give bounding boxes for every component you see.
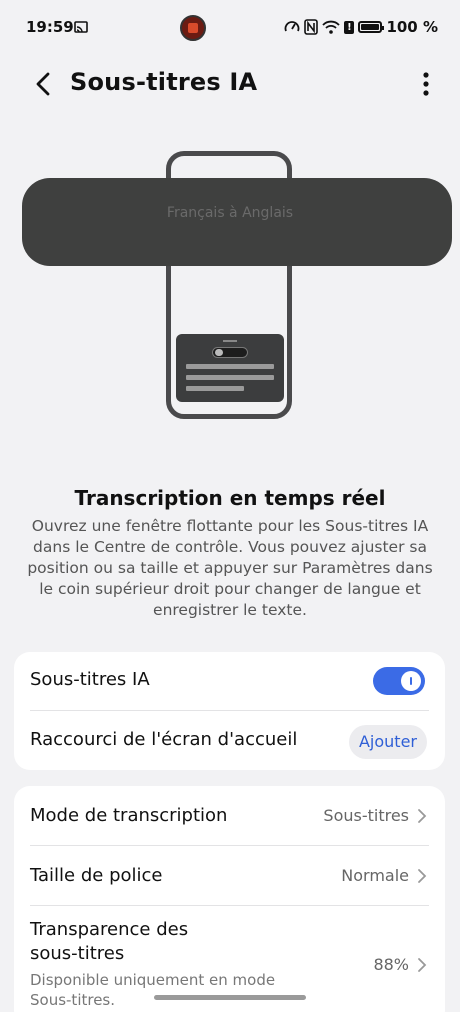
floating-caption-text: Français à Anglais	[166, 205, 294, 221]
transparency-value: 88%	[373, 955, 409, 974]
chevron-right-icon	[418, 869, 427, 883]
mini-line	[186, 364, 274, 369]
status-bar: 19:59 ! 100 %	[0, 0, 460, 56]
toggle-knob	[401, 671, 421, 691]
mini-control-panel	[176, 334, 284, 402]
transparency-label-line2: sous-titres	[30, 943, 125, 964]
cast-icon	[74, 21, 88, 33]
floating-caption-window	[22, 178, 452, 266]
ai-subtitles-toggle[interactable]	[373, 667, 425, 695]
transcription-mode-label: Mode de transcription	[30, 805, 228, 826]
speed-icon	[285, 21, 300, 32]
font-size-label: Taille de police	[30, 865, 163, 886]
settings-card-display: Mode de transcription Sous-titres Taille…	[14, 786, 445, 1012]
wifi-icon	[322, 20, 341, 34]
settings-card-main: Sous-titres IA Raccourci de l'écran d'ac…	[14, 652, 445, 770]
home-shortcut-label: Raccourci de l'écran d'accueil	[30, 729, 298, 750]
mini-line	[186, 375, 274, 380]
screen: 19:59 ! 100 % Sous-titres IA Français à …	[0, 0, 460, 1012]
app-header: Sous-titres IA	[0, 56, 460, 112]
battery-icon	[358, 21, 385, 33]
feature-description: Ouvrez une fenêtre flottante pour les So…	[27, 517, 433, 619]
home-indicator[interactable]	[154, 995, 306, 1000]
ai-subtitles-label: Sous-titres IA	[30, 669, 150, 690]
mini-toggle-icon	[212, 347, 248, 358]
transparency-note: Disponible uniquement en mode Sous-titre…	[30, 970, 275, 1010]
status-icons: ! 100 %	[284, 18, 438, 36]
page-title: Sous-titres IA	[70, 68, 258, 96]
notification-avatar-icon	[180, 15, 206, 41]
add-shortcut-button[interactable]: Ajouter	[348, 725, 427, 759]
mini-handle	[223, 340, 237, 342]
more-options-icon[interactable]	[416, 68, 436, 100]
chevron-right-icon	[418, 958, 427, 972]
battery-percent: 100 %	[386, 18, 438, 36]
feature-illustration: Français à Anglais	[0, 148, 460, 428]
chevron-right-icon	[418, 809, 427, 823]
transcription-mode-value: Sous-titres	[323, 806, 409, 825]
ai-subtitles-row[interactable]: Sous-titres IA	[30, 652, 429, 710]
alert-icon: !	[344, 20, 355, 34]
transparency-label-line1: Transparence des	[30, 919, 189, 940]
nfc-icon	[304, 19, 319, 35]
back-arrow-icon[interactable]	[28, 68, 60, 100]
transparency-note-line2: Sous-titres.	[30, 991, 116, 1009]
transparency-note-line1: Disponible uniquement en mode	[30, 971, 276, 989]
font-size-value: Normale	[341, 866, 409, 885]
status-time: 19:59	[26, 18, 74, 36]
mini-line	[186, 386, 244, 391]
feature-title: Transcription en temps réel	[74, 486, 386, 510]
transparency-label: Transparence des sous-titres	[30, 918, 188, 966]
